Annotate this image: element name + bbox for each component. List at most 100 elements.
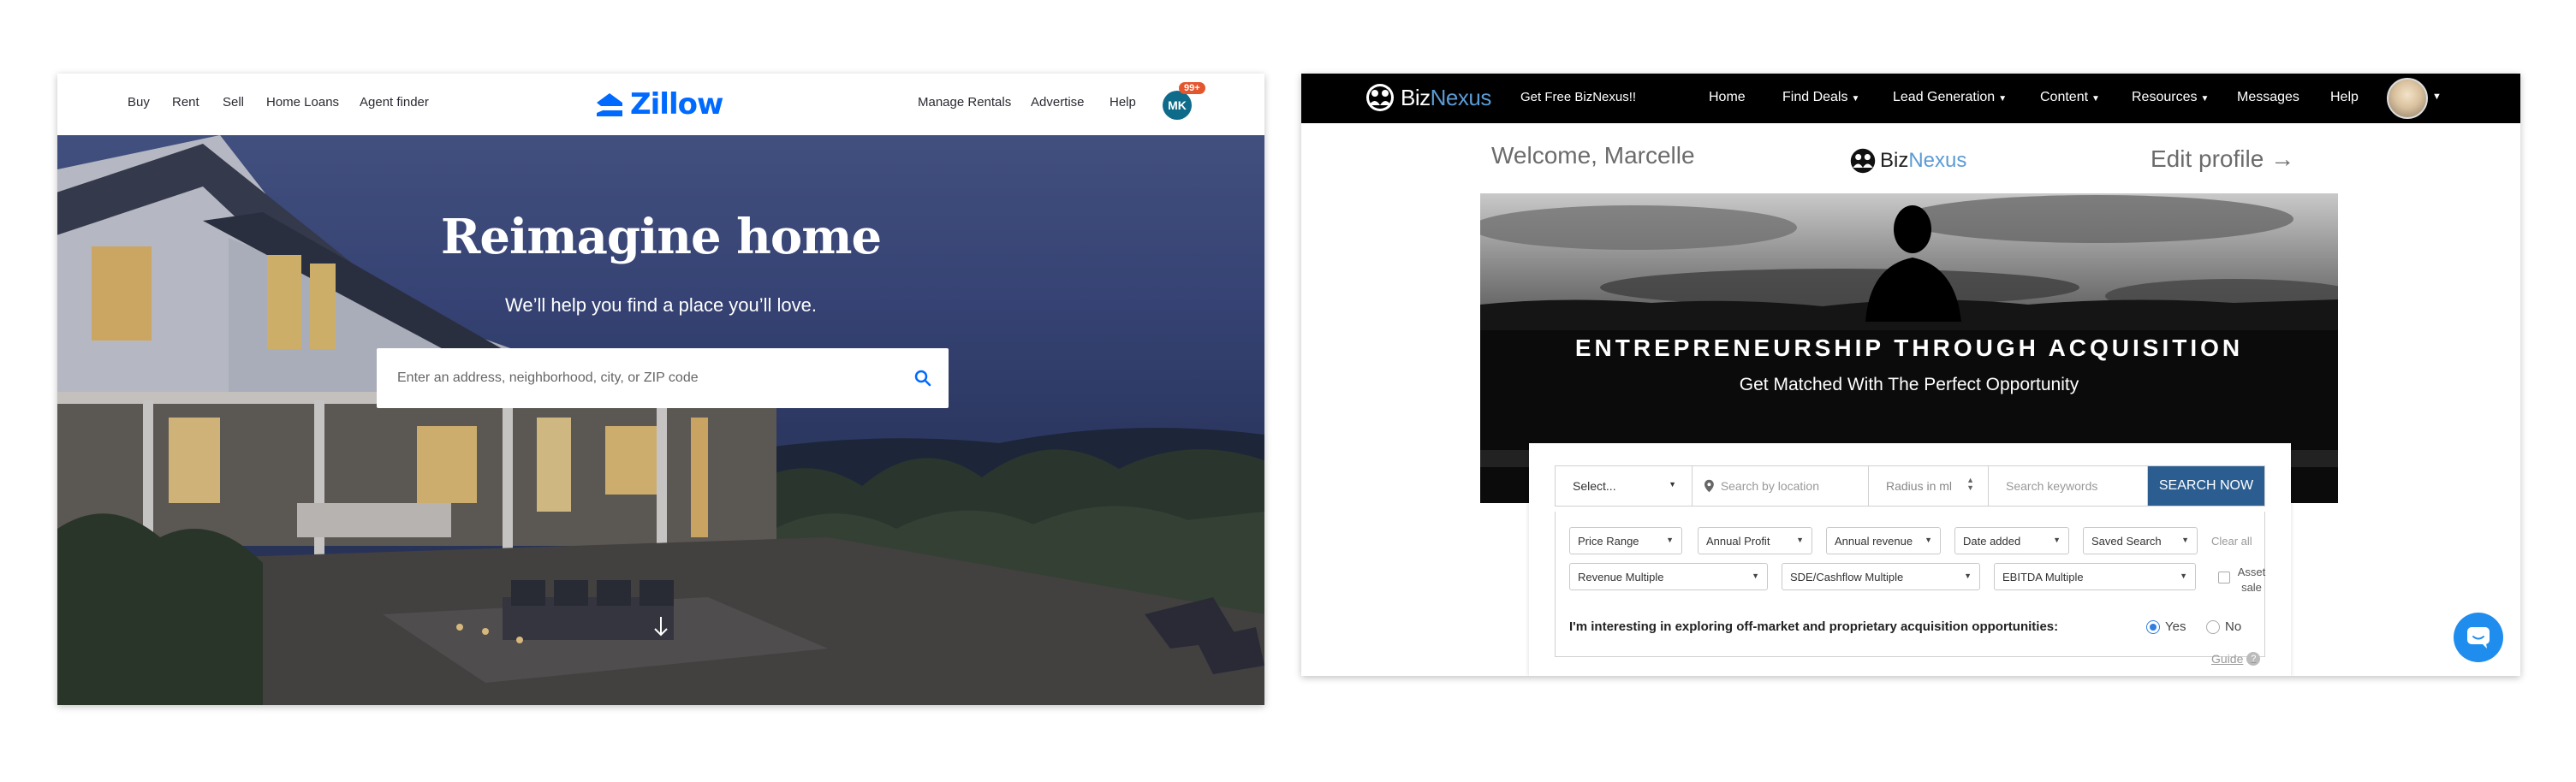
annual-revenue-label: Annual revenue <box>1835 534 1913 548</box>
user-avatar[interactable] <box>2387 78 2428 119</box>
chevron-down-icon: ▼ <box>2181 536 2189 544</box>
chevron-down-icon[interactable]: ▼ <box>2432 92 2442 102</box>
logo-nexus-text: Nexus <box>1430 84 1492 110</box>
nav-resources-label: Resources <box>2132 90 2198 104</box>
chat-icon <box>2467 627 2490 649</box>
search-button[interactable] <box>897 348 949 408</box>
search-now-button[interactable]: SEARCH NOW <box>2148 466 2264 506</box>
nav-rent[interactable]: Rent <box>172 95 199 110</box>
nav-help-label: Help <box>2330 90 2359 104</box>
nav-help[interactable]: Help <box>1110 95 1136 110</box>
zillow-top-nav: Buy Rent Sell Home Loans Agent finder Zi… <box>57 74 1264 135</box>
banner-title: ENTREPRENEURSHIP THROUGH ACQUISITION <box>1574 335 2244 361</box>
chevron-down-icon: ▼ <box>2200 94 2210 104</box>
arrow-down-icon[interactable] <box>651 614 671 640</box>
hero-headline: Reimagine home <box>440 209 882 265</box>
notification-badge: 99+ <box>1179 82 1205 94</box>
off-market-question: I'm interesting in exploring off-market … <box>1569 619 2059 634</box>
chevron-down-icon: ▼ <box>2053 536 2061 544</box>
biznexus-nav-logo[interactable]: Biz Nexus <box>1365 82 1491 113</box>
biznexus-dashboard: Biz Nexus Get Free BizNexus!! Home Find D… <box>1301 74 2520 676</box>
asset-sale-label: Asset sale <box>2237 566 2266 594</box>
revenue-multiple-label: Revenue Multiple <box>1578 570 1664 584</box>
nav-advertise[interactable]: Advertise <box>1031 95 1085 110</box>
search-icon <box>914 370 931 387</box>
asset-sale-checkbox[interactable] <box>2218 572 2230 584</box>
zillow-logo[interactable]: Zillow <box>594 87 723 121</box>
off-market-no-label: No <box>2225 619 2242 634</box>
revenue-multiple-select[interactable]: Revenue Multiple ▼ <box>1569 563 1768 590</box>
screenshot-stage: Buy Rent Sell Home Loans Agent finder Zi… <box>0 0 2576 782</box>
nav-home-label: Home <box>1709 90 1746 104</box>
category-select-value: Select... <box>1573 479 1616 493</box>
chevron-down-icon: ▼ <box>1752 572 1759 580</box>
location-search-field <box>1693 466 1869 506</box>
question-icon: ? <box>2246 652 2261 666</box>
ebitda-multiple-label: EBITDA Multiple <box>2002 570 2084 584</box>
nav-lead-generation-label: Lead Generation <box>1893 90 1996 104</box>
radius-stepper[interactable]: Radius in ml ▲ ▼ <box>1869 466 1989 506</box>
edit-profile-link[interactable]: Edit profile → <box>2151 145 2294 173</box>
biznexus-center-logo: Biz Nexus <box>1849 147 1966 175</box>
annual-profit-select[interactable]: Annual Profit ▼ <box>1698 527 1812 554</box>
nav-find-deals-label: Find Deals <box>1782 90 1848 104</box>
nav-home[interactable]: Home <box>1709 90 1746 105</box>
stepper-arrows-icon[interactable]: ▲ ▼ <box>1966 477 1974 492</box>
price-range-select[interactable]: Price Range ▼ <box>1569 527 1682 554</box>
location-search-input[interactable] <box>1720 466 1868 506</box>
nav-home-loans[interactable]: Home Loans <box>266 95 339 110</box>
clear-all-link[interactable]: Clear all <box>2211 535 2252 548</box>
get-free-biznexus-link[interactable]: Get Free BizNexus!! <box>1520 90 1636 104</box>
home-search-box <box>377 348 949 408</box>
saved-search-label: Saved Search <box>2091 534 2162 548</box>
chevron-down-icon: ▼ <box>2091 94 2100 104</box>
chevron-down-icon: ▼ <box>2180 572 2187 580</box>
price-range-label: Price Range <box>1578 534 1639 548</box>
biznexus-top-nav: Biz Nexus Get Free BizNexus!! Home Find D… <box>1301 74 2520 123</box>
keywords-field <box>1989 466 2148 506</box>
location-pin-icon <box>1704 479 1714 493</box>
chevron-down-icon: ▼ <box>1796 536 1804 544</box>
off-market-no-radio[interactable] <box>2206 620 2220 634</box>
chevron-down-icon: ▼ <box>1964 572 1972 580</box>
hero-subheadline: We’ll help you find a place you’ll love. <box>504 294 818 316</box>
guide-label: Guide <box>2211 652 2244 666</box>
sde-cashflow-multiple-select[interactable]: SDE/Cashflow Multiple ▼ <box>1782 563 1980 590</box>
search-bar-row: Select... ▼ Radius in ml ▲▼ S <box>1555 465 2265 507</box>
nav-lead-generation[interactable]: Lead Generation ▼ <box>1893 90 2007 105</box>
nav-content[interactable]: Content ▼ <box>2040 90 2100 105</box>
nav-agent-finder[interactable]: Agent finder <box>360 95 429 110</box>
guide-link[interactable]: Guide ? <box>2211 652 2261 666</box>
nav-buy[interactable]: Buy <box>128 95 150 110</box>
address-search-input[interactable] <box>377 348 897 408</box>
nav-content-label: Content <box>2040 90 2089 104</box>
chevron-down-icon: ▼ <box>1669 480 1676 489</box>
chevron-down-icon: ▼ <box>1925 536 1932 544</box>
chevron-down-icon: ▼ <box>1998 94 2008 104</box>
annual-revenue-select[interactable]: Annual revenue ▼ <box>1826 527 1941 554</box>
chat-launcher-button[interactable] <box>2454 613 2503 662</box>
ebitda-multiple-select[interactable]: EBITDA Multiple ▼ <box>1994 563 2196 590</box>
biznexus-logo-icon <box>1850 148 1876 174</box>
nav-manage-rentals[interactable]: Manage Rentals <box>918 95 1011 110</box>
user-avatar[interactable]: MK <box>1163 91 1192 120</box>
nav-sell[interactable]: Sell <box>223 95 244 110</box>
filters-panel: Price Range ▼ Annual Profit ▼ Annual reven… <box>1555 512 2265 657</box>
nav-resources[interactable]: Resources ▼ <box>2132 90 2209 105</box>
nav-find-deals[interactable]: Find Deals ▼ <box>1782 90 1859 105</box>
saved-search-select[interactable]: Saved Search ▼ <box>2083 527 2198 554</box>
welcome-message: Welcome, Marcelle <box>1491 142 1695 169</box>
logo-biz-text: Biz <box>1401 84 1431 110</box>
sde-cashflow-multiple-label: SDE/Cashflow Multiple <box>1790 570 1904 584</box>
banner-subtitle: Get Matched With The Perfect Opportunity <box>1739 375 2079 394</box>
annual-profit-label: Annual Profit <box>1706 534 1770 548</box>
nav-messages-label: Messages <box>2237 90 2299 104</box>
date-added-label: Date added <box>1963 534 2021 548</box>
category-select[interactable]: Select... ▼ <box>1556 466 1693 506</box>
zillow-logo-icon <box>597 93 622 116</box>
off-market-yes-radio[interactable] <box>2146 620 2160 634</box>
nav-messages[interactable]: Messages <box>2237 90 2299 105</box>
keywords-search-input[interactable] <box>2006 466 2147 506</box>
date-added-select[interactable]: Date added ▼ <box>1954 527 2069 554</box>
nav-help[interactable]: Help <box>2330 90 2359 105</box>
